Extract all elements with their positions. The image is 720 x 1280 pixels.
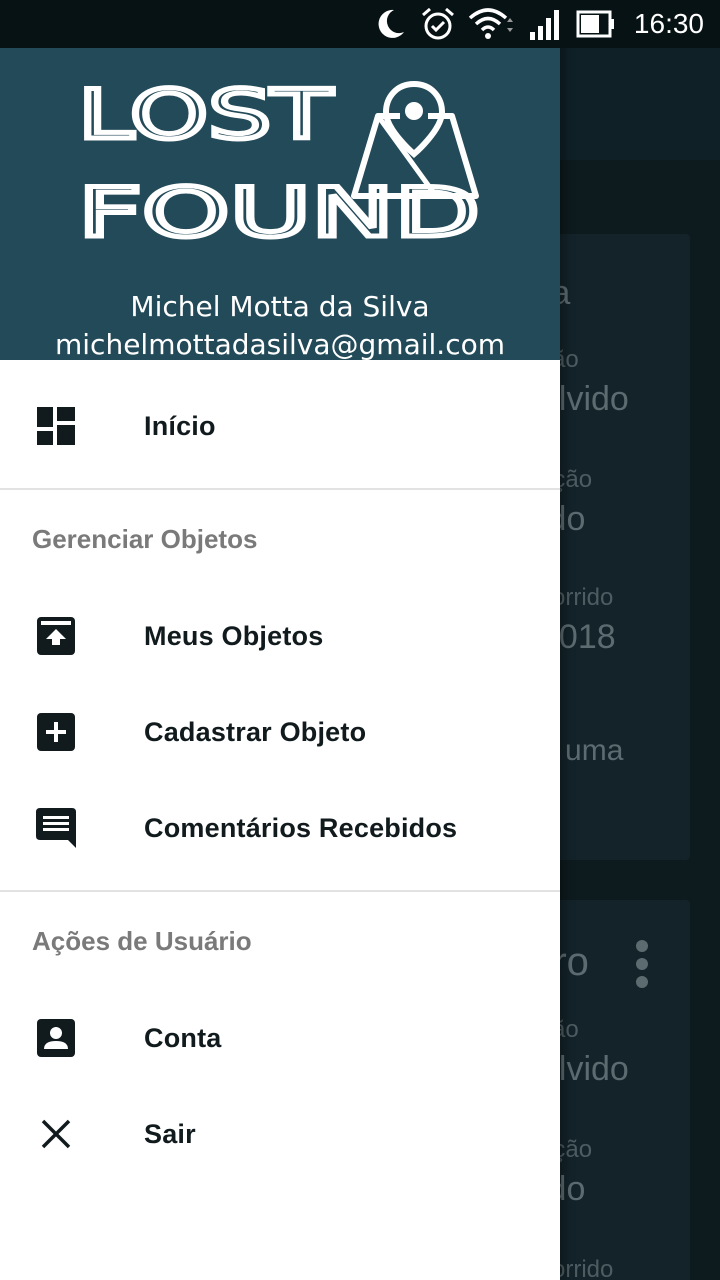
add-box-icon [36,712,76,752]
comment-icon [36,808,76,848]
menu-item-inicio[interactable]: Início [0,378,560,474]
section-title-acoes-de-usuario: Ações de Usuário [32,926,252,956]
navigation-drawer: LOST FOUND Michel Motta da Silva michelm… [0,0,560,1280]
user-email: michelmottadasilva@gmail.com [55,328,505,361]
menu-item-label: Cadastrar Objeto [144,716,367,747]
svg-text:FOUND: FOUND [78,174,480,253]
menu-item-comentarios-recebidos[interactable]: Comentários Recebidos [0,780,560,876]
menu-item-label: Comentários Recebidos [144,812,458,843]
status-time: 16:30 [633,8,704,39]
svg-text:LOST: LOST [78,78,333,155]
moon-icon [378,9,404,38]
menu-item-sair[interactable]: Sair [0,1086,560,1182]
menu-item-conta[interactable]: Conta [0,990,560,1086]
divider [0,488,560,490]
menu-item-meus-objetos[interactable]: Meus Objetos [0,588,560,684]
user-name: Michel Motta da Silva [130,290,430,323]
archive-upload-icon [36,616,76,656]
status-bar: 16:30 [0,0,720,48]
signal-icon [529,10,559,40]
background-card: rro ção olvido ação ido corrido [540,900,690,1280]
background-card: ra ção olvido ação ido corrido 2018 e o … [540,234,690,860]
close-icon [36,1114,76,1154]
lost-found-logo: LOST FOUND [78,78,482,256]
battery-icon [576,10,614,38]
divider [0,890,560,892]
menu-item-cadastrar-objeto[interactable]: Cadastrar Objeto [0,684,560,780]
dashboard-icon [36,406,76,446]
account-box-icon [36,1018,76,1058]
wifi-icon [468,8,513,39]
menu-item-label: Início [144,410,216,441]
menu-item-label: Meus Objetos [144,620,324,651]
drawer-header: LOST FOUND Michel Motta da Silva michelm… [0,48,560,361]
menu-item-label: Conta [144,1022,222,1053]
section-title-gerenciar-objetos: Gerenciar Objetos [32,524,258,554]
more-vert-icon [636,940,648,988]
alarm-icon [421,7,454,40]
menu-item-label: Sair [144,1118,196,1149]
